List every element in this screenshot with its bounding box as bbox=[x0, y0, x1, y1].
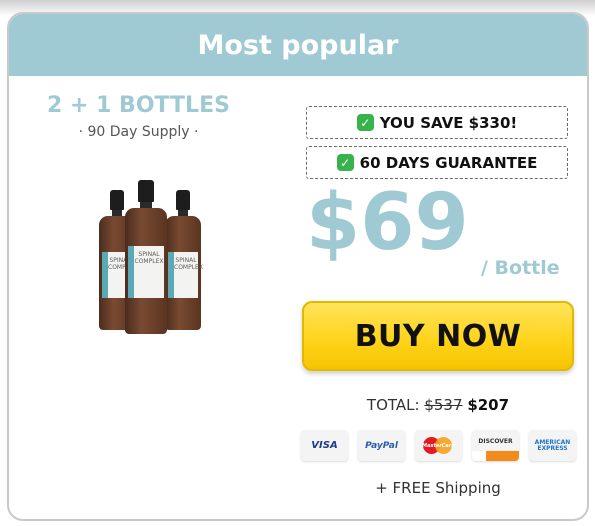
card-header: Most popular bbox=[9, 14, 587, 76]
bottle-center: SPINAL COMPLEX bbox=[125, 180, 167, 334]
total-label: TOTAL: bbox=[366, 396, 420, 414]
price-amount: $69 bbox=[306, 178, 469, 268]
total-price: TOTAL: $537 $207 bbox=[302, 396, 574, 414]
total-new-price: $207 bbox=[467, 396, 510, 414]
price-unit: / Bottle bbox=[481, 257, 560, 279]
buy-now-button[interactable]: BUY NOW bbox=[302, 301, 574, 371]
amex-icon: AMERICAN EXPRESS bbox=[529, 430, 576, 461]
bottle-label-line2: COMPLEX bbox=[174, 263, 203, 271]
discover-icon: DISCOVER bbox=[472, 430, 519, 461]
total-old-price: $537 bbox=[424, 396, 463, 414]
guarantee-text: 60 DAYS GUARANTEE bbox=[359, 153, 538, 172]
bottle-label-line2: COMPLEX bbox=[134, 257, 164, 265]
mastercard-icon: MasterCard bbox=[415, 430, 462, 461]
guarantee-badge: ✓ 60 DAYS GUARANTEE bbox=[306, 146, 568, 179]
buy-now-label: BUY NOW bbox=[354, 318, 522, 354]
check-icon: ✓ bbox=[336, 154, 354, 171]
check-icon: ✓ bbox=[356, 114, 374, 131]
savings-text: YOU SAVE $330! bbox=[379, 113, 518, 132]
paypal-icon: PayPal bbox=[358, 430, 405, 461]
free-shipping-text: + FREE Shipping bbox=[375, 479, 501, 497]
bundle-subtitle: · 90 Day Supply · bbox=[78, 124, 199, 140]
card-header-title: Most popular bbox=[197, 29, 399, 61]
payment-methods: VISA PayPal MasterCard DISCOVER AMERICAN… bbox=[301, 430, 577, 462]
bundle-title: 2 + 1 BOTTLES bbox=[47, 93, 230, 118]
bottle-right: SPINAL COMPLEX bbox=[165, 190, 203, 330]
savings-badge: ✓ YOU SAVE $330! bbox=[306, 106, 568, 139]
product-image: SPINAL COMPLEX SPINAL COMPLEX SPINAL COM… bbox=[95, 178, 205, 338]
visa-icon: VISA bbox=[301, 430, 348, 461]
